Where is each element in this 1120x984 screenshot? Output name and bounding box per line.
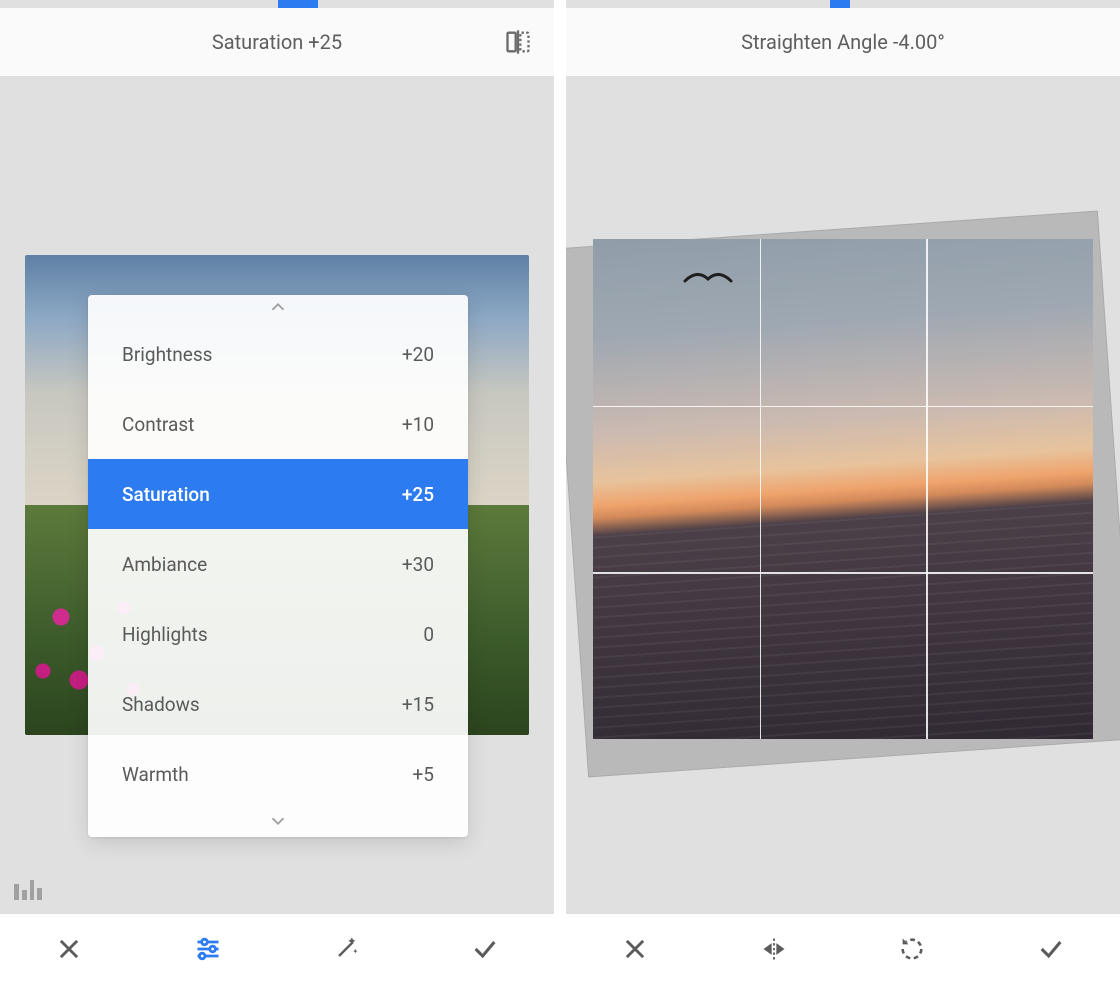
param-brightness[interactable]: Brightness +20 <box>88 319 468 389</box>
confirm-button[interactable] <box>982 935 1120 963</box>
crop-frame[interactable] <box>593 239 1093 739</box>
param-ambiance[interactable]: Ambiance +30 <box>88 529 468 599</box>
param-label: Saturation <box>122 483 210 506</box>
rotate-button[interactable] <box>843 935 982 963</box>
param-contrast[interactable]: Contrast +10 <box>88 389 468 459</box>
adjust-sliders-button[interactable] <box>139 935 278 963</box>
close-button[interactable] <box>566 935 705 963</box>
param-value: +15 <box>402 693 434 716</box>
param-shadows[interactable]: Shadows +15 <box>88 669 468 739</box>
ocean-photo <box>593 239 1093 739</box>
param-value: +10 <box>402 413 434 436</box>
param-value: +20 <box>402 343 434 366</box>
value-slider-track[interactable] <box>0 0 554 8</box>
param-saturation[interactable]: Saturation +25 <box>88 459 468 529</box>
flip-horizontal-button[interactable] <box>705 935 844 963</box>
header-bar: Straighten Angle -4.00° <box>566 8 1120 76</box>
bottom-toolbar <box>0 914 554 984</box>
param-value: +30 <box>402 553 434 576</box>
grid-line <box>593 406 1093 408</box>
angle-slider-thumb[interactable] <box>830 0 850 8</box>
param-warmth[interactable]: Warmth +5 <box>88 739 468 809</box>
param-label: Contrast <box>122 413 194 436</box>
histogram-icon[interactable] <box>14 878 42 900</box>
grid-line <box>760 239 762 739</box>
header-title: Saturation +25 <box>0 30 554 54</box>
header-title: Straighten Angle -4.00° <box>566 30 1120 54</box>
tune-image-screen: Saturation +25 Brightness+20Contrast+1 <box>0 0 554 984</box>
image-preview[interactable] <box>566 76 1120 914</box>
grid-line <box>593 572 1093 574</box>
param-label: Brightness <box>122 343 212 366</box>
param-label: Ambiance <box>122 553 207 576</box>
angle-slider-track[interactable] <box>566 0 1120 8</box>
straighten-screen: Straighten Angle -4.00° <box>566 0 1120 984</box>
bottom-toolbar <box>566 914 1120 984</box>
param-highlights[interactable]: Highlights 0 <box>88 599 468 669</box>
confirm-button[interactable] <box>416 935 555 963</box>
param-label: Highlights <box>122 623 208 646</box>
chevron-down-icon[interactable] <box>88 809 468 833</box>
magic-wand-button[interactable] <box>277 935 416 963</box>
param-value: +5 <box>413 763 434 786</box>
param-value: +25 <box>402 483 434 506</box>
close-button[interactable] <box>0 935 139 963</box>
grid-line <box>926 239 928 739</box>
bird-silhouette <box>683 269 733 291</box>
param-value: 0 <box>423 623 434 646</box>
parameter-list[interactable]: Brightness +20 Contrast +10 Saturation +25 Amb… <box>88 295 468 837</box>
chevron-up-icon[interactable] <box>88 295 468 319</box>
value-slider-thumb[interactable] <box>278 0 318 8</box>
param-label: Shadows <box>122 693 200 716</box>
compare-icon[interactable] <box>504 28 532 56</box>
param-label: Warmth <box>122 763 189 786</box>
header-bar: Saturation +25 <box>0 8 554 76</box>
